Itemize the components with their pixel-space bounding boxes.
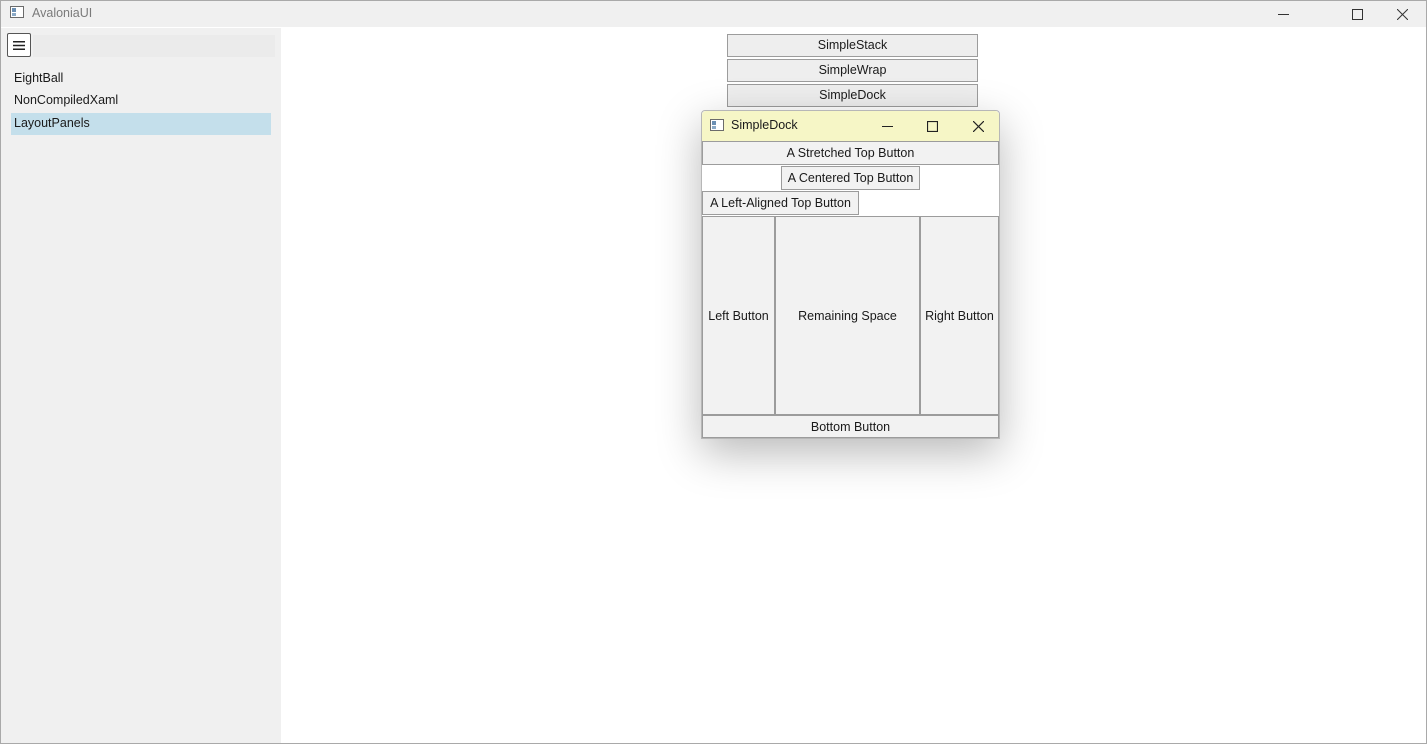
simpledock-title: SimpleDock [731,118,798,132]
sidebar: EightBall NonCompiledXaml LayoutPanels [1,28,281,743]
sidebar-item-layoutpanels[interactable]: LayoutPanels [11,113,271,135]
close-button[interactable] [1379,1,1425,27]
maximize-icon [926,120,938,132]
minimize-button[interactable] [1260,1,1306,27]
window-title: AvaloniaUI [32,6,93,20]
bottom-button[interactable]: Bottom Button [702,415,999,438]
dock-close-button[interactable] [958,111,998,141]
sidebar-item-label: NonCompiledXaml [14,93,119,107]
sidebar-item-eightball[interactable]: EightBall [11,68,271,90]
simplewrap-button[interactable]: SimpleWrap [727,59,978,82]
sidebar-item-label: LayoutPanels [14,116,90,130]
window-icon [710,119,724,131]
remaining-space-button[interactable]: Remaining Space [775,216,920,415]
left-button[interactable]: Left Button [702,216,775,415]
maximize-button[interactable] [1334,1,1380,27]
stretched-top-button[interactable]: A Stretched Top Button [702,141,999,165]
right-button[interactable]: Right Button [920,216,999,415]
simpledock-window: SimpleDock A Stretched Top Button A Cent… [701,110,1000,439]
menu-toggle-button[interactable] [7,33,31,57]
title-bar[interactable]: AvaloniaUI [1,1,1426,27]
dock-maximize-button[interactable] [912,111,952,141]
centered-top-button[interactable]: A Centered Top Button [781,166,920,190]
minimize-icon [1277,13,1289,15]
sidebar-item-noncompiledxaml[interactable]: NonCompiledXaml [11,90,271,112]
simplestack-button[interactable]: SimpleStack [727,34,978,57]
sidebar-item-label: EightBall [14,71,64,85]
dock-minimize-button[interactable] [867,111,907,141]
app-icon [10,6,24,18]
close-icon [1396,8,1408,20]
maximize-icon [1351,8,1363,20]
sidebar-search-field[interactable] [33,35,275,57]
minimize-icon [881,125,893,127]
close-icon [972,120,984,132]
hamburger-icon [13,40,25,50]
simpledock-button[interactable]: SimpleDock [727,84,978,107]
app-window: AvaloniaUI EightBall NonCompiledXaml Lay… [0,0,1427,744]
simpledock-title-bar[interactable]: SimpleDock [702,111,999,141]
left-aligned-top-button[interactable]: A Left-Aligned Top Button [702,191,859,215]
